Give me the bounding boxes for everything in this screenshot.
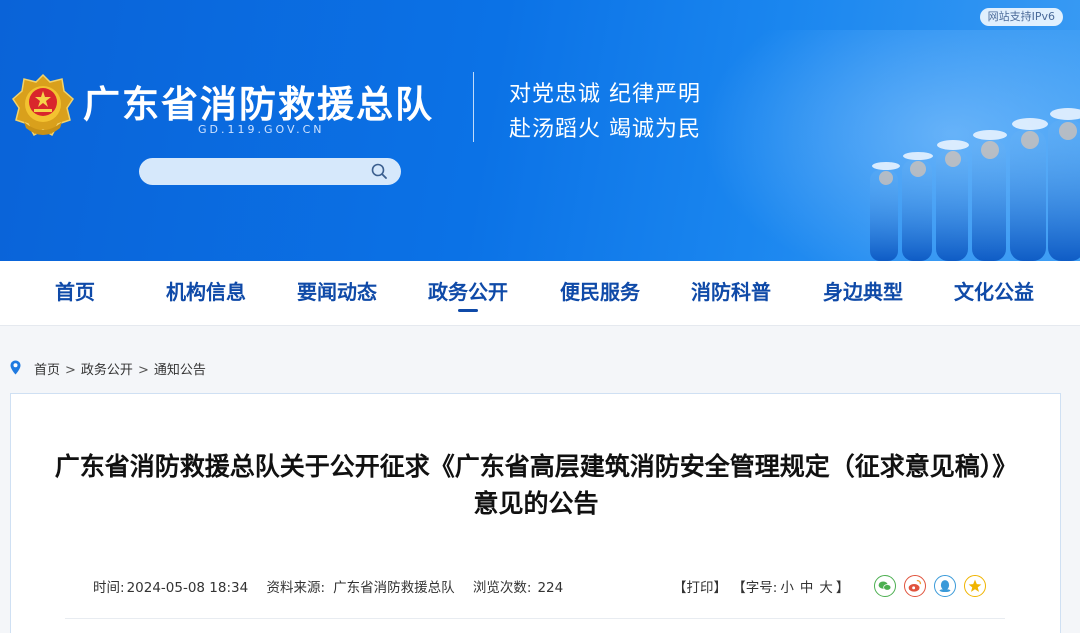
source-label: 资料来源: bbox=[266, 580, 326, 596]
nav-item-fire-science[interactable]: 消防科普 bbox=[666, 261, 796, 326]
nav-item-government-affairs[interactable]: 政务公开 bbox=[403, 261, 533, 326]
font-size-small-button[interactable]: 小 bbox=[780, 580, 794, 596]
article-tools: 【打印】 【字号: 小中大】 bbox=[673, 576, 849, 596]
location-pin-icon bbox=[10, 360, 21, 375]
search-icon[interactable] bbox=[370, 162, 389, 181]
article-meta: 时间: 2024-05-08 18:34 资料来源: 广东省消防救援总队 浏览次数:… bbox=[93, 576, 577, 596]
breadcrumb-separator: > bbox=[65, 363, 76, 378]
slogan-line-2: 赴汤蹈火 竭诚为民 bbox=[509, 117, 701, 142]
wechat-icon[interactable] bbox=[874, 575, 896, 597]
breadcrumb-home[interactable]: 首页 bbox=[34, 363, 60, 378]
source: 资料来源: 广东省消防救援总队 bbox=[267, 580, 455, 596]
views-value: 224 bbox=[537, 580, 564, 596]
main-nav: 首页 机构信息 要闻动态 政务公开 便民服务 消防科普 身边典型 文化公益 bbox=[0, 261, 1080, 326]
weibo-icon[interactable] bbox=[904, 575, 926, 597]
site-domain: GD.119.GOV.CN bbox=[198, 123, 325, 136]
breadcrumb-notices[interactable]: 通知公告 bbox=[154, 363, 206, 378]
breadcrumb-government-affairs[interactable]: 政务公开 bbox=[81, 363, 133, 378]
header-divider bbox=[473, 72, 474, 142]
source-value: 广东省消防救援总队 bbox=[333, 580, 455, 596]
search-input[interactable] bbox=[151, 161, 361, 182]
nav-item-culture-welfare[interactable]: 文化公益 bbox=[929, 261, 1059, 326]
qzone-icon[interactable] bbox=[964, 575, 986, 597]
time-value: 2024-05-08 18:34 bbox=[126, 580, 249, 596]
ipv6-badge: 网站支持IPv6 bbox=[979, 8, 1063, 26]
fire-rescue-emblem-icon bbox=[12, 73, 74, 137]
breadcrumb-separator: > bbox=[137, 363, 149, 378]
qq-icon[interactable] bbox=[934, 575, 956, 597]
nav-item-role-models[interactable]: 身边典型 bbox=[798, 261, 928, 326]
meta-divider bbox=[65, 618, 1005, 619]
nav-item-public-services[interactable]: 便民服务 bbox=[535, 261, 665, 326]
site-header: 网站支持IPv6 广东省消防救援总队 GD.119.GOV.CN 对党忠诚 纪律… bbox=[0, 0, 1080, 261]
nav-item-news[interactable]: 要闻动态 bbox=[272, 261, 402, 326]
print-button[interactable]: 【打印】 bbox=[673, 580, 727, 596]
time-label: 时间: bbox=[93, 580, 125, 596]
font-size-label: 【字号: bbox=[739, 580, 778, 596]
font-size-large-button[interactable]: 大 bbox=[819, 580, 833, 596]
search-box bbox=[139, 158, 401, 185]
article-panel: 广东省消防救援总队关于公开征求《广东省高层建筑消防安全管理规定（征求意见稿）》意… bbox=[10, 393, 1061, 633]
nav-item-home[interactable]: 首页 bbox=[10, 261, 140, 326]
view-count: 浏览次数: 224 bbox=[473, 580, 563, 596]
font-size-label-close: 】 bbox=[835, 580, 850, 596]
site-title: 广东省消防救援总队 bbox=[83, 83, 434, 126]
publish-time: 时间: 2024-05-08 18:34 bbox=[93, 580, 248, 596]
article-title: 广东省消防救援总队关于公开征求《广东省高层建筑消防安全管理规定（征求意见稿）》意… bbox=[54, 452, 1018, 518]
font-size-medium-button[interactable]: 中 bbox=[800, 580, 814, 596]
nav-item-organization[interactable]: 机构信息 bbox=[141, 261, 271, 326]
slogan-line-1: 对党忠诚 纪律严明 bbox=[509, 82, 701, 107]
views-label: 浏览次数: bbox=[472, 580, 532, 596]
firefighters-image bbox=[870, 108, 1080, 261]
